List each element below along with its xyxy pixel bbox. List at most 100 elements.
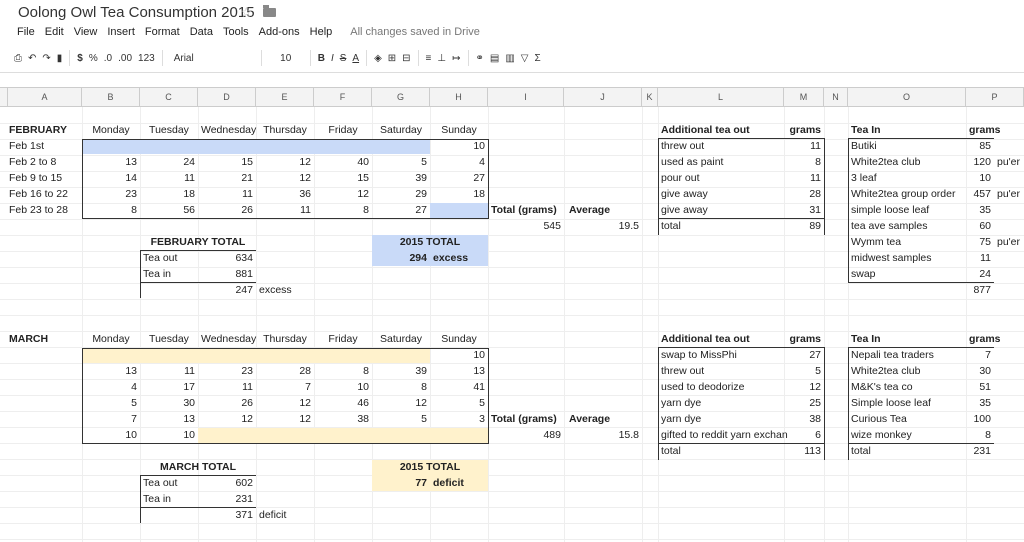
column-header-p[interactable]: P	[966, 88, 1024, 107]
filter-icon[interactable]: ▽	[521, 53, 529, 64]
list-item-grams[interactable]: 7	[966, 348, 994, 363]
list-item-name[interactable]: M&K's tea co	[848, 380, 966, 395]
formula-bar[interactable]	[0, 73, 1024, 88]
strikethrough-button[interactable]: S	[340, 53, 347, 64]
tea-amount-cell[interactable]: 56	[140, 203, 198, 218]
tea-amount-cell[interactable]: 11	[198, 187, 256, 202]
column-header-m[interactable]: M	[784, 88, 824, 107]
tea-amount-cell[interactable]: 39	[372, 171, 430, 186]
column-header-i[interactable]: I	[488, 88, 564, 107]
text-wrap-icon[interactable]: ↦	[452, 53, 460, 64]
tea-amount-cell[interactable]: 11	[256, 203, 314, 218]
tea-amount-cell[interactable]: 15	[198, 155, 256, 170]
list-item-name[interactable]: swap to MissPhi	[658, 348, 784, 363]
tea-amount-cell[interactable]: 11	[140, 364, 198, 379]
list-item-grams[interactable]: 60	[966, 219, 994, 234]
tea-amount-cell[interactable]: 26	[198, 203, 256, 218]
vertical-align-icon[interactable]: ⊥	[437, 53, 446, 64]
tea-amount-cell[interactable]: 11	[140, 171, 198, 186]
increase-decimal-button[interactable]: .00	[118, 53, 132, 64]
star-icon[interactable]: ☆	[240, 4, 253, 21]
list-item-name[interactable]: midwest samples	[848, 251, 966, 266]
list-item-name[interactable]: pour out	[658, 171, 784, 186]
comment-icon[interactable]: ▤	[490, 53, 499, 64]
list-item-name[interactable]: 3 leaf	[848, 171, 966, 186]
list-item-grams[interactable]: 113	[784, 444, 824, 459]
bold-button[interactable]: B	[318, 53, 325, 64]
tea-amount-cell[interactable]: 28	[256, 364, 314, 379]
menu-view[interactable]: View	[69, 26, 103, 42]
column-header-f[interactable]: F	[314, 88, 372, 107]
link-icon[interactable]: ⚭	[476, 53, 484, 64]
ytd-total-value[interactable]: 77	[372, 476, 430, 491]
menu-tools[interactable]: Tools	[218, 26, 254, 42]
tea-amount-cell[interactable]: 7	[256, 380, 314, 395]
list-item-name[interactable]: White2tea group order	[848, 187, 966, 202]
list-item-name[interactable]: White2tea club	[848, 364, 966, 379]
tea-amount-cell[interactable]: 18	[140, 187, 198, 202]
average-value[interactable]: 15.8	[564, 428, 642, 443]
list-item-grams[interactable]: 11	[784, 171, 824, 186]
fill-color-icon[interactable]: ◈	[374, 53, 382, 64]
align-left-icon[interactable]: ≡	[426, 53, 432, 64]
list-item-grams[interactable]: 89	[784, 219, 824, 234]
folder-icon[interactable]	[263, 5, 276, 17]
list-item-grams[interactable]: 85	[966, 139, 994, 154]
tea-amount-cell[interactable]: 27	[430, 171, 488, 186]
list-item-name[interactable]: White2tea club	[848, 155, 966, 170]
column-header-a[interactable]: A	[8, 88, 82, 107]
tea-amount-cell[interactable]: 10	[140, 428, 198, 443]
list-item-grams[interactable]: 11	[966, 251, 994, 266]
list-item-grams[interactable]: 6	[784, 428, 824, 443]
net-value[interactable]: 371	[198, 508, 256, 523]
list-item-grams[interactable]: 51	[966, 380, 994, 395]
tea-amount-cell[interactable]: 30	[140, 396, 198, 411]
tea-amount-cell[interactable]: 12	[256, 396, 314, 411]
column-header-g[interactable]: G	[372, 88, 430, 107]
borders-icon[interactable]: ⊞	[388, 53, 396, 64]
menu-data[interactable]: Data	[185, 26, 218, 42]
tea-amount-cell[interactable]: 10	[314, 380, 372, 395]
tea-amount-cell[interactable]: 12	[256, 412, 314, 427]
list-item-name[interactable]: gifted to reddit yarn exchan	[658, 428, 788, 443]
tea-amount-cell[interactable]: 24	[140, 155, 198, 170]
list-item-name[interactable]: yarn dye	[658, 412, 784, 427]
tea-in-value[interactable]: 231	[198, 492, 256, 507]
tea-amount-cell[interactable]: 10	[430, 139, 488, 154]
tea-amount-cell[interactable]: 23	[198, 364, 256, 379]
menu-addons[interactable]: Add-ons	[254, 26, 305, 42]
tea-amount-cell[interactable]: 11	[198, 380, 256, 395]
column-header-n[interactable]: N	[824, 88, 848, 107]
print-icon[interactable]: ⎙	[14, 53, 22, 64]
list-item-name[interactable]: used to deodorize	[658, 380, 784, 395]
font-size-select[interactable]: 10	[269, 53, 303, 64]
tea-amount-cell[interactable]: 13	[430, 364, 488, 379]
column-header-b[interactable]: B	[82, 88, 140, 107]
undo-icon[interactable]: ↶	[28, 53, 36, 64]
list-item-grams[interactable]: 100	[966, 412, 994, 427]
decrease-decimal-button[interactable]: .0	[104, 53, 112, 64]
list-item-name[interactable]: Simple loose leaf	[848, 396, 966, 411]
list-item-name[interactable]: Butiki	[848, 139, 966, 154]
list-item-name[interactable]: Curious Tea	[848, 412, 966, 427]
net-value[interactable]: 247	[198, 283, 256, 298]
tea-out-value[interactable]: 634	[198, 251, 256, 266]
tea-amount-cell[interactable]: 40	[314, 155, 372, 170]
more-formats-button[interactable]: 123	[138, 53, 155, 64]
column-header-k[interactable]: K	[642, 88, 658, 107]
list-item-grams[interactable]: 35	[966, 203, 994, 218]
tea-amount-cell[interactable]: 5	[372, 155, 430, 170]
list-item-grams[interactable]: 35	[966, 396, 994, 411]
tea-amount-cell[interactable]: 29	[372, 187, 430, 202]
list-item-name[interactable]: give away	[658, 203, 784, 218]
tea-amount-cell[interactable]: 4	[82, 380, 140, 395]
list-item-name[interactable]: give away	[658, 187, 784, 202]
list-item-grams[interactable]: 31	[784, 203, 824, 218]
tea-amount-cell[interactable]: 41	[430, 380, 488, 395]
menu-insert[interactable]: Insert	[102, 26, 140, 42]
tea-amount-cell[interactable]: 12	[198, 412, 256, 427]
column-header-o[interactable]: O	[848, 88, 966, 107]
tea-amount-cell[interactable]: 15	[314, 171, 372, 186]
italic-button[interactable]: I	[331, 53, 334, 64]
column-header-d[interactable]: D	[198, 88, 256, 107]
